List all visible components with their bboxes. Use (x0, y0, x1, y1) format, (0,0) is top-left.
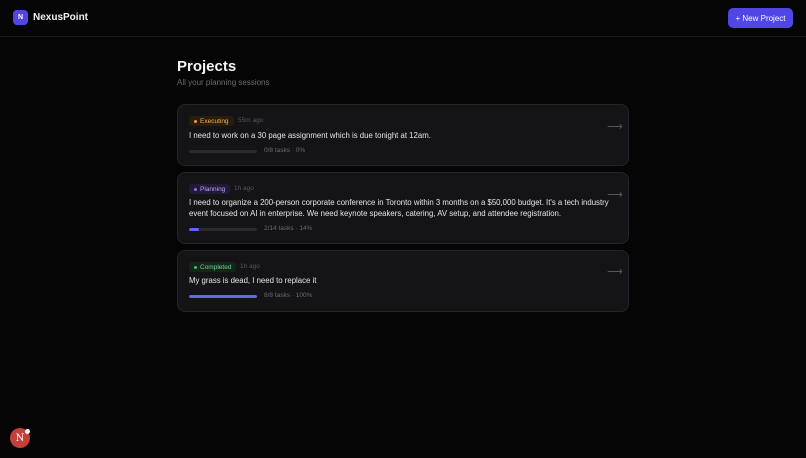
project-description: My grass is dead, I need to replace it (189, 276, 317, 285)
progress-fill (189, 228, 199, 231)
progress-bar (189, 150, 257, 153)
top-bar: N NexusPoint + New Project (0, 0, 806, 37)
timestamp: 1h ago (234, 185, 254, 192)
status-dot-icon (194, 119, 197, 123)
arrow-right-icon[interactable]: ⟶ (607, 120, 623, 133)
progress-text: 8/8 tasks · 100% (264, 292, 313, 299)
progress-text: 0/8 tasks · 0% (264, 147, 306, 154)
arrow-right-icon[interactable]: ⟶ (607, 265, 623, 278)
status-badge: Executing (189, 116, 234, 126)
status-label: Executing (200, 117, 229, 125)
status-badge: Planning (189, 184, 231, 194)
new-project-button[interactable]: + New Project (728, 8, 793, 28)
project-card[interactable]: Completed 1h ago My grass is dead, I nee… (177, 250, 629, 312)
progress-bar (189, 228, 257, 231)
status-label: Planning (200, 185, 226, 193)
status-dot-icon (194, 265, 197, 269)
project-card[interactable]: Executing 55m ago I need to work on a 30… (177, 104, 629, 166)
project-card[interactable]: Planning 1h ago I need to organize a 200… (177, 172, 629, 244)
page-title: Projects (177, 58, 237, 75)
timestamp: 1h ago (240, 263, 260, 270)
page-subtitle: All your planning sessions (177, 78, 270, 87)
progress-text: 2/14 tasks · 14% (264, 225, 313, 232)
status-label: Completed (200, 263, 232, 271)
notification-dot-icon (25, 429, 30, 434)
progress-bar (189, 295, 257, 298)
project-description: I need to work on a 30 page assignment w… (189, 131, 431, 140)
project-description: I need to organize a 200-person corporat… (189, 198, 609, 218)
arrow-right-icon[interactable]: ⟶ (607, 188, 623, 201)
status-dot-icon (194, 187, 197, 191)
timestamp: 55m ago (238, 117, 264, 124)
progress-fill (189, 295, 257, 298)
logo-icon[interactable]: N (13, 10, 28, 25)
app-name[interactable]: NexusPoint (33, 12, 88, 23)
status-badge: Completed (189, 262, 237, 272)
